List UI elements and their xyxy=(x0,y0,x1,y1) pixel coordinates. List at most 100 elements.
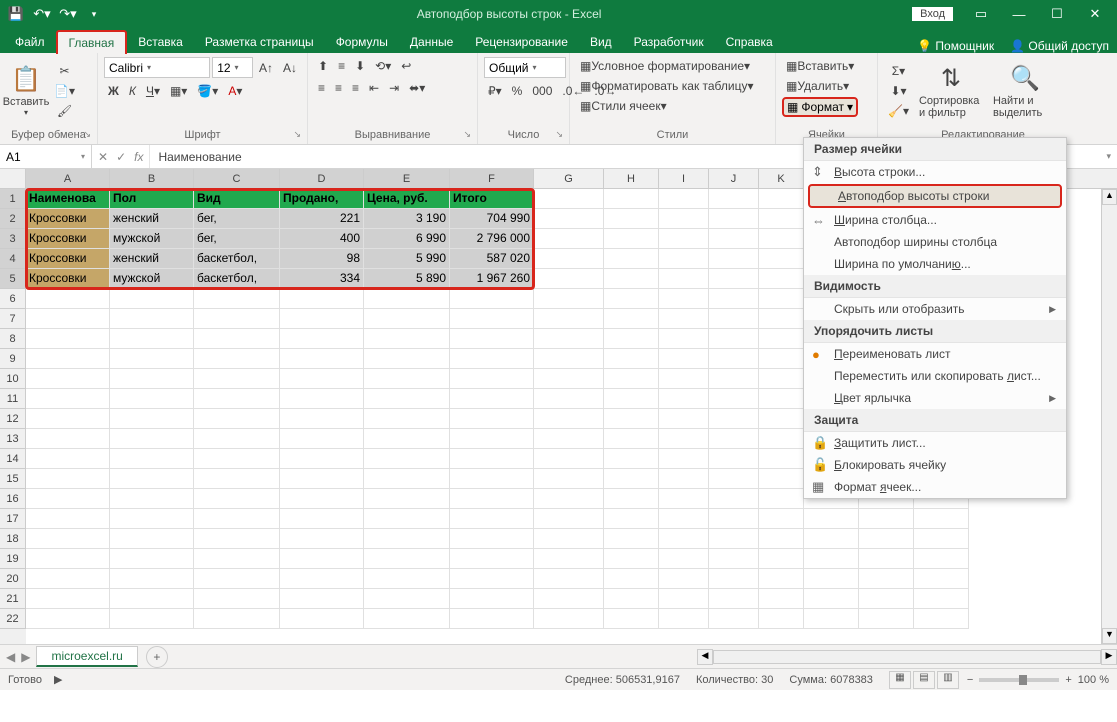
cell[interactable] xyxy=(110,489,194,509)
cell[interactable] xyxy=(110,569,194,589)
tab-formulas[interactable]: Формулы xyxy=(325,31,399,53)
cell[interactable]: Кроссовки xyxy=(26,269,110,289)
cell[interactable] xyxy=(280,429,364,449)
view-page-break-icon[interactable]: ▥ xyxy=(937,671,959,689)
name-box[interactable]: A1▾ xyxy=(0,145,92,168)
row-header[interactable]: 2 xyxy=(0,209,26,229)
cell[interactable] xyxy=(26,409,110,429)
redo-icon[interactable]: ↷▾ xyxy=(56,3,80,25)
cell[interactable] xyxy=(534,409,604,429)
cell[interactable] xyxy=(709,409,759,429)
cell[interactable] xyxy=(604,609,659,629)
sheet-tab[interactable]: microexcel.ru xyxy=(36,646,137,667)
cell[interactable] xyxy=(759,569,804,589)
column-header[interactable]: K xyxy=(759,169,804,188)
cell[interactable] xyxy=(110,469,194,489)
cell[interactable] xyxy=(450,589,534,609)
cell[interactable] xyxy=(26,469,110,489)
cell[interactable] xyxy=(709,529,759,549)
decrease-font-icon[interactable]: A↓ xyxy=(279,59,301,77)
cell[interactable] xyxy=(26,449,110,469)
cell[interactable] xyxy=(534,549,604,569)
cell[interactable] xyxy=(364,309,450,329)
cell[interactable] xyxy=(194,349,280,369)
tab-data[interactable]: Данные xyxy=(399,31,464,53)
select-all-corner[interactable] xyxy=(0,169,26,188)
cell[interactable] xyxy=(280,609,364,629)
paste-button[interactable]: 📋Вставить▾ xyxy=(4,58,48,124)
cell[interactable]: Цена, руб. xyxy=(364,189,450,209)
currency-icon[interactable]: ₽▾ xyxy=(484,82,506,100)
cell[interactable] xyxy=(659,469,709,489)
cell[interactable] xyxy=(534,369,604,389)
cell[interactable] xyxy=(659,429,709,449)
zoom-slider[interactable] xyxy=(979,678,1059,682)
cell[interactable] xyxy=(110,509,194,529)
cell[interactable] xyxy=(26,389,110,409)
cell[interactable] xyxy=(110,529,194,549)
cell[interactable] xyxy=(26,609,110,629)
clear-icon[interactable]: 🧹▾ xyxy=(884,102,913,120)
cell[interactable] xyxy=(804,569,859,589)
macro-record-icon[interactable]: ▶ xyxy=(54,673,62,686)
cell[interactable] xyxy=(759,449,804,469)
cell[interactable] xyxy=(659,609,709,629)
cell[interactable] xyxy=(450,509,534,529)
cell[interactable] xyxy=(26,369,110,389)
cell[interactable] xyxy=(759,469,804,489)
fill-icon[interactable]: ⬇▾ xyxy=(884,82,913,100)
row-header[interactable]: 7 xyxy=(0,309,26,329)
row-header[interactable]: 16 xyxy=(0,489,26,509)
cell[interactable] xyxy=(534,209,604,229)
scroll-left-icon[interactable]: ◀ xyxy=(697,649,713,665)
cell[interactable] xyxy=(759,309,804,329)
cell[interactable] xyxy=(914,509,969,529)
cell[interactable] xyxy=(364,489,450,509)
cell[interactable] xyxy=(450,469,534,489)
cell[interactable] xyxy=(709,209,759,229)
cancel-formula-icon[interactable]: ✕ xyxy=(98,150,108,164)
view-page-layout-icon[interactable]: ▤ xyxy=(913,671,935,689)
cell[interactable] xyxy=(604,249,659,269)
cell[interactable]: баскетбол, xyxy=(194,249,280,269)
cell[interactable]: 400 xyxy=(280,229,364,249)
merge-icon[interactable]: ⬌▾ xyxy=(405,79,429,97)
cell[interactable] xyxy=(194,609,280,629)
cell[interactable] xyxy=(534,189,604,209)
cell[interactable] xyxy=(26,489,110,509)
save-icon[interactable]: 💾 xyxy=(4,3,28,25)
cell[interactable] xyxy=(604,289,659,309)
cell[interactable] xyxy=(194,489,280,509)
cell[interactable] xyxy=(26,329,110,349)
cell[interactable] xyxy=(450,449,534,469)
cell[interactable] xyxy=(450,489,534,509)
cell[interactable] xyxy=(604,569,659,589)
cell[interactable] xyxy=(759,509,804,529)
row-header[interactable]: 9 xyxy=(0,349,26,369)
cell[interactable] xyxy=(280,309,364,329)
cell[interactable] xyxy=(534,449,604,469)
tab-developer[interactable]: Разработчик xyxy=(623,31,715,53)
cell[interactable] xyxy=(280,289,364,309)
cell[interactable] xyxy=(804,589,859,609)
cell[interactable] xyxy=(280,349,364,369)
cell[interactable] xyxy=(364,389,450,409)
row-header[interactable]: 14 xyxy=(0,449,26,469)
cell[interactable] xyxy=(280,329,364,349)
launcher-icon[interactable]: ↘ xyxy=(293,129,301,140)
column-header[interactable]: I xyxy=(659,169,709,188)
cell[interactable] xyxy=(604,449,659,469)
cell[interactable] xyxy=(709,369,759,389)
row-header[interactable]: 4 xyxy=(0,249,26,269)
cell[interactable] xyxy=(709,229,759,249)
cell[interactable]: 221 xyxy=(280,209,364,229)
menu-row-height[interactable]: ⇕Высота строки... xyxy=(804,161,1066,183)
menu-move-copy-sheet[interactable]: Переместить или скопировать лист... xyxy=(804,365,1066,387)
indent-dec-icon[interactable]: ⇤ xyxy=(365,79,383,97)
vertical-scrollbar[interactable]: ▲ ▼ xyxy=(1101,189,1117,644)
cell[interactable] xyxy=(364,369,450,389)
cell[interactable] xyxy=(534,469,604,489)
cell[interactable] xyxy=(859,529,914,549)
menu-rename-sheet[interactable]: ●Переименовать лист xyxy=(804,343,1066,365)
cell[interactable] xyxy=(914,529,969,549)
